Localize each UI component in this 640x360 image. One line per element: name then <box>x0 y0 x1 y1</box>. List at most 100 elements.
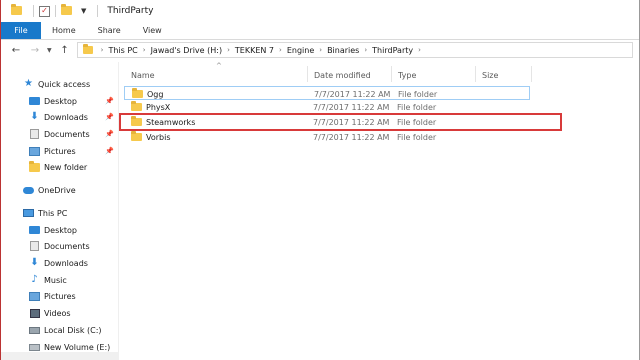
sort-ascending-icon: ^ <box>216 62 222 70</box>
desktop-icon <box>29 225 40 235</box>
window-title: ThirdParty <box>107 6 154 16</box>
sidebar-item-label: Documents <box>44 129 90 139</box>
chevron-right-icon[interactable]: › <box>319 46 322 54</box>
breadcrumb-this-pc[interactable]: This PC <box>108 46 137 55</box>
file-date: 7/7/2017 11:22 AM <box>313 102 390 112</box>
new-folder-icon[interactable] <box>61 3 73 17</box>
document-icon <box>29 241 40 251</box>
properties-icon[interactable]: ✓ <box>39 5 50 17</box>
sidebar-item-label: OneDrive <box>38 185 76 195</box>
sidebar-item-videos[interactable]: Videos <box>1 305 119 321</box>
sidebar-item-onedrive[interactable]: OneDrive <box>1 182 119 198</box>
drive-icon <box>29 325 40 335</box>
column-header-size[interactable]: Size <box>482 68 498 82</box>
chevron-right-icon[interactable]: › <box>418 46 421 54</box>
breadcrumb-tekken7[interactable]: TEKKEN 7 <box>235 46 274 55</box>
folder-icon <box>131 101 142 111</box>
sidebar-item-music[interactable]: ♪ Music <box>1 272 119 288</box>
sidebar-item-label: Music <box>44 275 67 285</box>
pictures-icon <box>29 291 40 301</box>
column-header-date[interactable]: Date modified <box>314 68 371 82</box>
sidebar-item-label: Downloads <box>44 112 88 122</box>
toolbar-divider <box>33 5 34 17</box>
breadcrumb-engine[interactable]: Engine <box>287 46 314 55</box>
forward-arrow-icon[interactable]: → <box>28 45 42 56</box>
sidebar-item-pictures[interactable]: Pictures 📌 <box>1 143 119 159</box>
sidebar-item-desktop[interactable]: Desktop 📌 <box>1 93 119 109</box>
sidebar-item-label: Local Disk (C:) <box>44 325 102 335</box>
sidebar-item-label: Pictures <box>44 291 76 301</box>
chevron-right-icon[interactable]: › <box>279 46 282 54</box>
file-type: File folder <box>398 89 438 99</box>
sidebar-item-documents[interactable]: Documents 📌 <box>1 126 119 142</box>
tab-file[interactable]: File <box>1 22 41 39</box>
list-item[interactable]: Steamworks 7/7/2017 11:22 AM File folder <box>124 115 530 129</box>
pin-icon[interactable]: 📌 <box>105 147 114 155</box>
sidebar-item-pc-desktop[interactable]: Desktop <box>1 222 119 238</box>
navigation-pane: ★ Quick access Desktop 📌 ⬇ Downloads 📌 D… <box>1 62 119 360</box>
chevron-right-icon[interactable]: › <box>101 46 104 54</box>
file-date: 7/7/2017 11:22 AM <box>314 89 391 99</box>
folder-icon <box>11 3 23 17</box>
pin-icon[interactable]: 📌 <box>105 97 114 105</box>
sidebar-item-this-pc[interactable]: This PC <box>1 205 119 221</box>
column-header-name[interactable]: Name <box>131 68 155 82</box>
sidebar-item-label: Documents <box>44 241 90 251</box>
list-item[interactable]: Ogg 7/7/2017 11:22 AM File folder <box>124 86 530 100</box>
file-name: Steamworks <box>146 117 196 127</box>
sidebar-item-pc-pictures[interactable]: Pictures <box>1 288 119 304</box>
breadcrumb-binaries[interactable]: Binaries <box>327 46 359 55</box>
column-divider[interactable] <box>391 66 392 82</box>
sidebar-item-label: This PC <box>38 208 68 218</box>
column-divider[interactable] <box>307 66 308 82</box>
computer-icon <box>23 208 34 218</box>
column-header-type[interactable]: Type <box>398 68 416 82</box>
file-name: Vorbis <box>146 132 171 142</box>
chevron-right-icon[interactable]: › <box>364 46 367 54</box>
drive-icon <box>29 342 40 352</box>
download-icon: ⬇ <box>30 257 39 268</box>
sidebar-item-new-folder[interactable]: New folder <box>1 159 119 175</box>
list-item[interactable]: Vorbis 7/7/2017 11:22 AM File folder <box>124 130 530 144</box>
star-icon: ★ <box>24 78 33 89</box>
chevron-right-icon[interactable]: › <box>227 46 230 54</box>
folder-icon <box>82 44 93 54</box>
tab-home[interactable]: Home <box>41 22 87 39</box>
explorer-window: ✓ ▼ ThirdParty File Home Share View ← → … <box>0 0 640 360</box>
sidebar-item-pc-downloads[interactable]: ⬇ Downloads <box>1 255 119 271</box>
pin-icon[interactable]: 📌 <box>105 113 114 121</box>
document-icon <box>29 129 40 139</box>
sidebar-item-pc-documents[interactable]: Documents <box>1 238 119 254</box>
column-divider[interactable] <box>475 66 476 82</box>
address-bar[interactable]: › This PC › Jawad's Drive (H:) › TEKKEN … <box>76 42 633 58</box>
horizontal-scrollbar[interactable] <box>1 352 119 360</box>
pin-icon[interactable]: 📌 <box>105 130 114 138</box>
folder-icon <box>132 88 143 98</box>
column-divider[interactable] <box>531 66 532 82</box>
title-bar: ✓ ▼ ThirdParty <box>1 0 639 22</box>
tab-view[interactable]: View <box>132 22 173 39</box>
file-date: 7/7/2017 11:22 AM <box>313 117 390 127</box>
customize-toolbar-chevron-icon[interactable]: ▼ <box>81 7 86 15</box>
breadcrumb-thirdparty[interactable]: ThirdParty <box>372 46 413 55</box>
back-arrow-icon[interactable]: ← <box>9 45 23 56</box>
video-icon <box>29 308 40 318</box>
music-icon: ♪ <box>31 274 38 285</box>
file-name-cell: PhysX <box>131 100 170 114</box>
sidebar-item-downloads[interactable]: ⬇ Downloads 📌 <box>1 109 119 125</box>
toolbar-divider <box>97 5 99 17</box>
sidebar-item-local-disk[interactable]: Local Disk (C:) <box>1 322 119 338</box>
file-type: File folder <box>397 132 437 142</box>
file-name: PhysX <box>146 102 171 112</box>
file-list-pane: ^ Name Date modified Type Size Ogg 7/7/2… <box>121 62 639 360</box>
file-name-cell: Vorbis <box>131 130 171 144</box>
desktop-icon <box>29 96 40 106</box>
chevron-right-icon[interactable]: › <box>143 46 146 54</box>
recent-locations-chevron-icon[interactable]: ▼ <box>47 47 52 54</box>
sidebar-item-quick-access[interactable]: ★ Quick access <box>1 76 119 92</box>
sidebar-item-label: Pictures <box>44 146 76 156</box>
list-item[interactable]: PhysX 7/7/2017 11:22 AM File folder <box>124 100 530 114</box>
tab-share[interactable]: Share <box>87 22 132 39</box>
up-arrow-icon[interactable]: ↑ <box>58 45 72 56</box>
breadcrumb-drive[interactable]: Jawad's Drive (H:) <box>151 46 223 55</box>
